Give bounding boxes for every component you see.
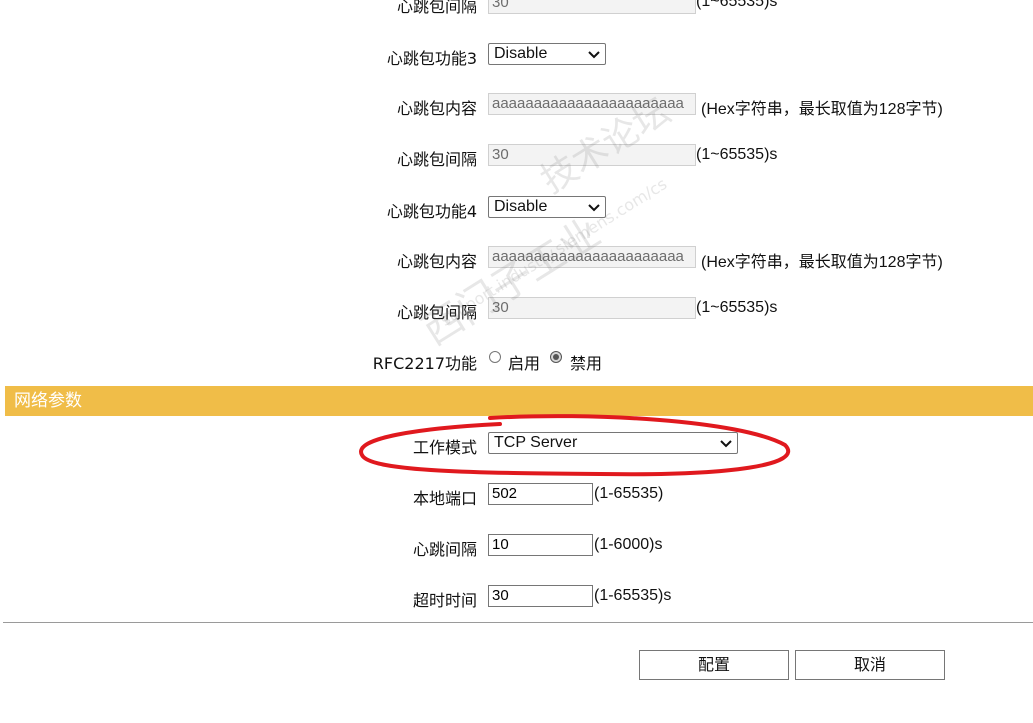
heartbeat-input[interactable]: 10 xyxy=(488,534,593,556)
timeout-row: 超时时间 30 (1-65535)s xyxy=(0,584,1033,610)
configure-button[interactable]: 配置 xyxy=(639,650,789,680)
timeout-hint: (1-65535)s xyxy=(594,587,672,604)
timeout-input[interactable]: 30 xyxy=(488,585,593,607)
heartbeat-interval-3-label: 心跳包间隔 xyxy=(396,150,477,169)
heartbeat-interval-4-hint: (1~65535)s xyxy=(696,299,778,316)
heartbeat-function-3-row: 心跳包功能3 Disable xyxy=(0,42,1033,68)
heartbeat-function-4-value: Disable xyxy=(494,198,548,215)
rfc2217-disable-radio[interactable] xyxy=(550,351,562,363)
chevron-down-icon xyxy=(588,204,600,212)
chevron-down-icon xyxy=(588,51,600,59)
heartbeat-interval-3-input[interactable]: 30 xyxy=(488,144,696,166)
heartbeat-content-3-label: 心跳包内容 xyxy=(396,99,477,118)
heartbeat-function-3-select[interactable]: Disable xyxy=(488,43,606,65)
heartbeat-row: 心跳间隔 10 (1-6000)s xyxy=(0,533,1033,559)
heartbeat-hint: (1-6000)s xyxy=(594,536,663,553)
heartbeat-interval-row-partial: 心跳包间隔 30 (1~65535)s xyxy=(0,0,1033,16)
heartbeat-interval-input[interactable]: 30 xyxy=(488,0,696,14)
heartbeat-content-4-row: 心跳包内容 aaaaaaaaaaaaaaaaaaaaaaa (Hex字符串，最长… xyxy=(0,245,1033,271)
heartbeat-function-3-value: Disable xyxy=(494,45,548,62)
rfc2217-enable-radio[interactable] xyxy=(489,351,501,363)
local-port-hint: (1-65535) xyxy=(594,485,664,502)
heartbeat-content-3-hint: (Hex字符串，最长取值为128字节) xyxy=(701,101,943,118)
local-port-row: 本地端口 502 (1-65535) xyxy=(0,482,1033,508)
heartbeat-interval-3-hint: (1~65535)s xyxy=(696,146,778,163)
heartbeat-interval-4-row: 心跳包间隔 30 (1~65535)s xyxy=(0,296,1033,322)
local-port-label: 本地端口 xyxy=(412,489,477,508)
heartbeat-interval-label: 心跳包间隔 xyxy=(396,0,477,16)
divider xyxy=(3,622,1033,623)
heartbeat-function-4-select[interactable]: Disable xyxy=(488,196,606,218)
heartbeat-content-3-row: 心跳包内容 aaaaaaaaaaaaaaaaaaaaaaa (Hex字符串，最长… xyxy=(0,92,1033,118)
timeout-label: 超时时间 xyxy=(412,591,477,610)
rfc2217-enable-label[interactable]: 启用 xyxy=(508,350,540,374)
heartbeat-function-4-label: 心跳包功能4 xyxy=(386,202,477,221)
rfc2217-row: RFC2217功能 启用 禁用 xyxy=(0,347,1033,373)
cancel-button[interactable]: 取消 xyxy=(795,650,945,680)
rfc2217-disable-label[interactable]: 禁用 xyxy=(570,350,602,374)
local-port-input[interactable]: 502 xyxy=(488,483,593,505)
heartbeat-function-3-label: 心跳包功能3 xyxy=(386,49,477,68)
heartbeat-content-4-input[interactable]: aaaaaaaaaaaaaaaaaaaaaaa xyxy=(488,246,696,268)
heartbeat-interval-hint: (1~65535)s xyxy=(696,0,778,10)
heartbeat-function-4-row: 心跳包功能4 Disable xyxy=(0,195,1033,221)
annotation-circle xyxy=(359,414,791,477)
heartbeat-interval-3-row: 心跳包间隔 30 (1~65535)s xyxy=(0,143,1033,169)
rfc2217-label: RFC2217功能 xyxy=(372,354,477,373)
heartbeat-content-4-label: 心跳包内容 xyxy=(396,252,477,271)
heartbeat-content-4-hint: (Hex字符串，最长取值为128字节) xyxy=(701,254,943,271)
heartbeat-interval-4-label: 心跳包间隔 xyxy=(396,303,477,322)
heartbeat-content-3-input[interactable]: aaaaaaaaaaaaaaaaaaaaaaa xyxy=(488,93,696,115)
heartbeat-interval-4-input[interactable]: 30 xyxy=(488,297,696,319)
heartbeat-label: 心跳间隔 xyxy=(412,540,477,559)
